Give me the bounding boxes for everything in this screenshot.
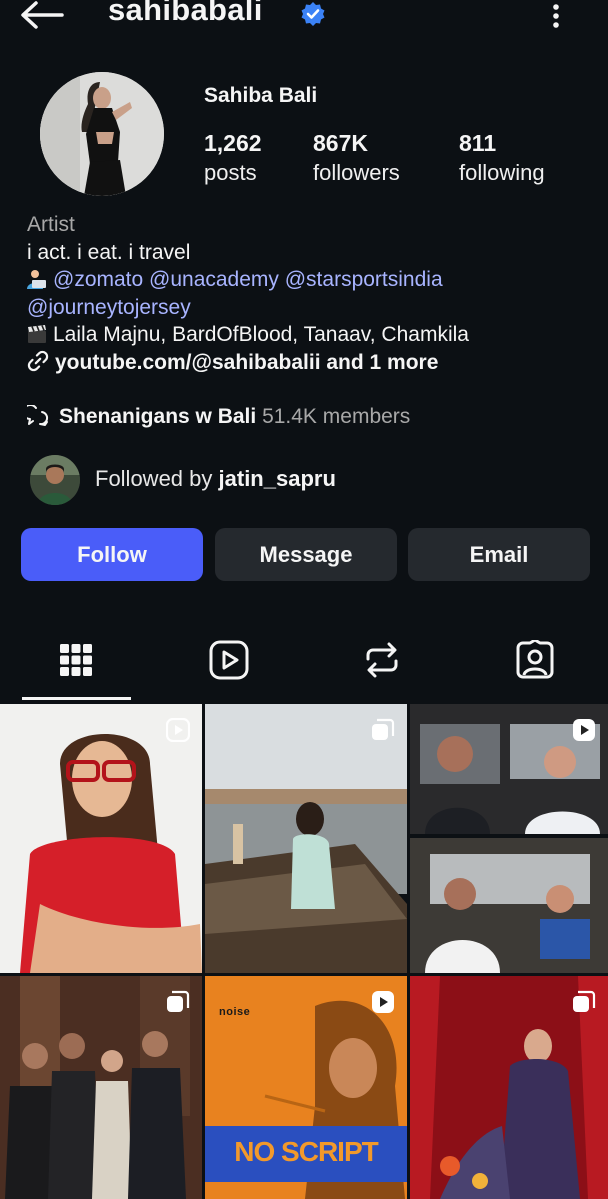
post-brand-text: noise [219, 1006, 251, 1018]
tab-tagged[interactable] [511, 630, 559, 690]
grid-post-6[interactable] [410, 976, 608, 1199]
posts-grid: noise NO SCRIPT [0, 704, 608, 1199]
more-vertical-icon[interactable] [542, 2, 570, 32]
followers-count: 867K [313, 130, 368, 156]
grid-post-5[interactable]: noise NO SCRIPT [205, 976, 407, 1199]
carousel-badge-icon [573, 990, 596, 1012]
message-button[interactable]: Message [215, 528, 397, 581]
follow-button[interactable]: Follow [21, 528, 203, 581]
verified-badge-icon [301, 2, 325, 26]
bio-works-row: Laila Majnu, BardOfBlood, Tanaav, Chamki… [27, 321, 587, 349]
bio-mention-jersey[interactable]: @journeytojersey [27, 294, 587, 322]
reel-badge-icon [372, 991, 394, 1013]
back-arrow-icon[interactable] [18, 0, 64, 30]
stat-followers[interactable]: 867K followers [313, 128, 400, 188]
channel-name: Shenanigans w Bali [59, 405, 257, 428]
stat-posts[interactable]: 1,262 posts [204, 128, 262, 188]
reel-badge-icon [573, 719, 595, 741]
reel-badge-icon [166, 718, 190, 742]
bio-link[interactable]: youtube.com/@sahibabalii and 1 more [55, 351, 438, 374]
clapper-board-icon [28, 325, 46, 343]
posts-count: 1,262 [204, 130, 262, 156]
bio-mentions[interactable]: @zomato @unacademy @starsportsindia [53, 268, 443, 291]
channel-icon [27, 405, 49, 426]
active-tab-indicator [22, 697, 131, 700]
display-name: Sahiba Bali [204, 84, 318, 107]
link-icon [27, 350, 49, 371]
stat-following[interactable]: 811 following [459, 128, 545, 188]
profile-bio: Artist i act. i eat. i travel @zomato @u… [27, 211, 587, 376]
profile-username: sahibabali [108, 0, 263, 27]
email-button[interactable]: Email [408, 528, 590, 581]
grid-post-1[interactable] [0, 704, 202, 973]
profile-tab-bar [0, 630, 608, 700]
carousel-badge-icon [167, 990, 190, 1012]
mutual-follower-avatar[interactable] [30, 455, 80, 505]
tab-reposts[interactable] [358, 630, 406, 690]
bio-mentions-row: @zomato @unacademy @starsportsindia [27, 266, 587, 294]
bio-works: Laila Majnu, BardOfBlood, Tanaav, Chamki… [53, 323, 469, 346]
carousel-badge-icon [372, 718, 395, 740]
followers-label: followers [313, 160, 400, 185]
post-banner-text: NO SCRIPT [234, 1136, 378, 1167]
following-count: 811 [459, 130, 497, 156]
grid-post-4[interactable] [0, 976, 202, 1199]
grid-post-2[interactable] [205, 704, 407, 973]
bio-category: Artist [27, 213, 75, 236]
posts-label: posts [204, 160, 257, 185]
grid-post-3[interactable] [410, 704, 608, 973]
tab-posts-grid[interactable] [52, 630, 100, 690]
followed-by-user: jatin_sapru [218, 466, 336, 491]
tab-reels[interactable] [205, 630, 253, 690]
tagged-icon [516, 640, 554, 679]
bio-line: i act. i eat. i travel [27, 240, 191, 264]
reposts-icon [366, 642, 398, 678]
followed-by-text[interactable]: Followed by jatin_sapru [95, 466, 336, 492]
following-label: following [459, 160, 545, 185]
technologist-emoji-icon [27, 270, 46, 289]
reels-icon [209, 640, 249, 680]
profile-avatar[interactable] [40, 72, 164, 196]
followed-by-prefix: Followed by [95, 466, 219, 491]
channel-members: 51.4K members [262, 405, 411, 428]
bio-link-row[interactable]: youtube.com/@sahibabalii and 1 more [27, 349, 587, 377]
grid-icon [60, 644, 92, 676]
broadcast-channel[interactable]: Shenanigans w Bali 51.4K members [27, 405, 410, 429]
